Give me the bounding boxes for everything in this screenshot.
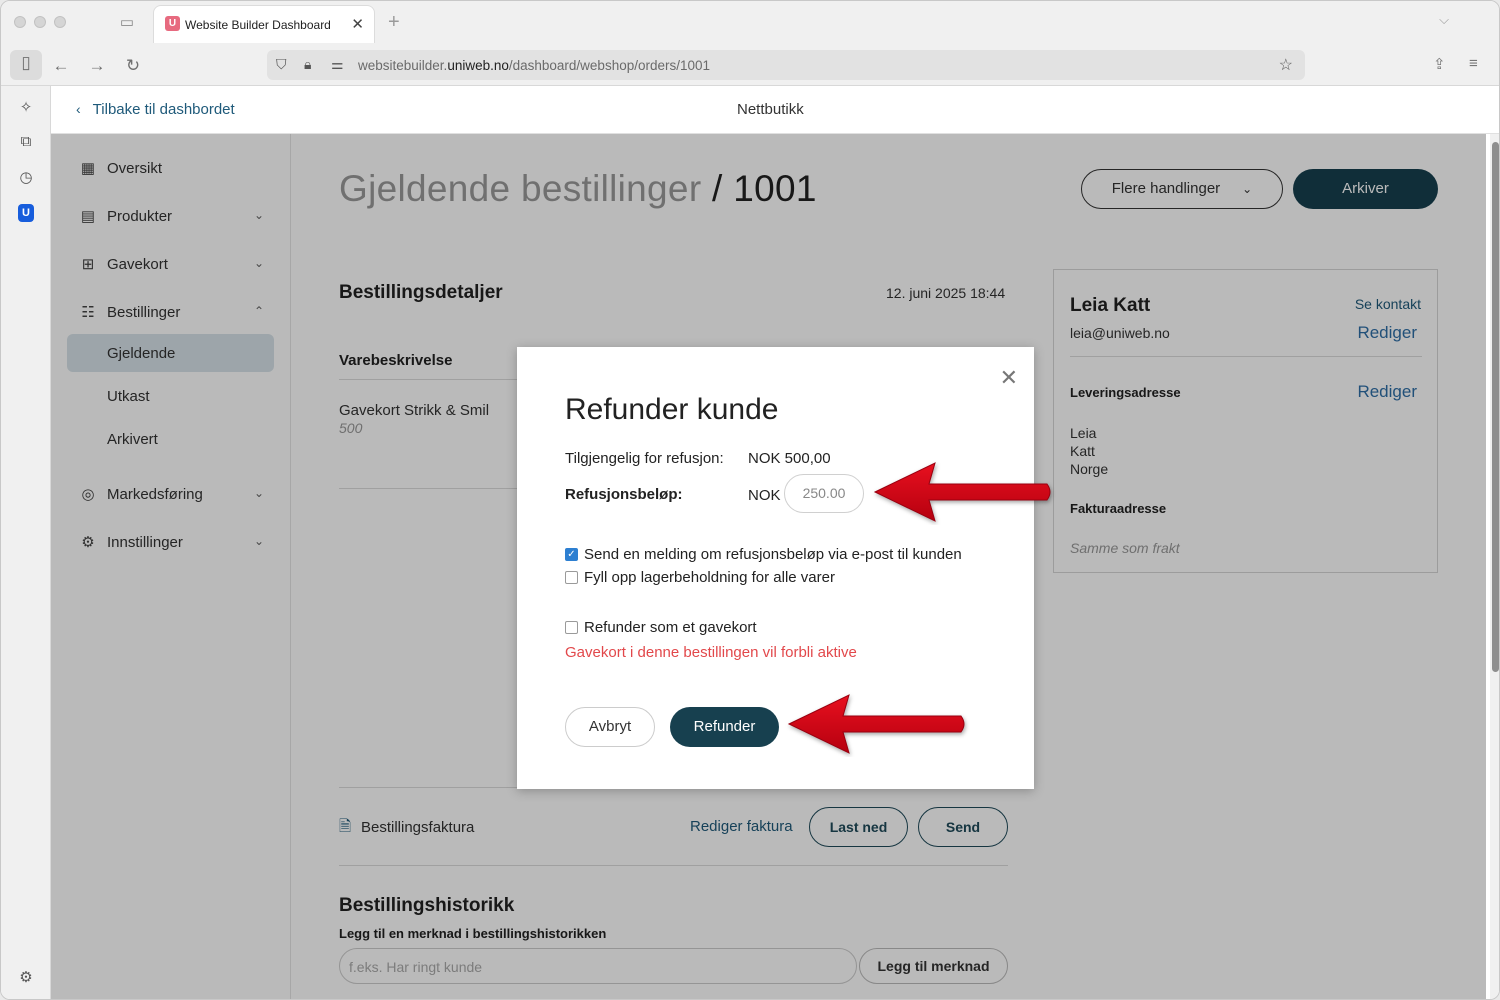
available-label: Tilgjengelig for refusjon: — [565, 450, 724, 467]
menu-icon[interactable]: ≡ — [1469, 55, 1478, 72]
forward-arrow-icon[interactable]: → — [84, 53, 110, 79]
scrollbar-thumb[interactable] — [1492, 142, 1499, 672]
new-tab-icon[interactable]: + — [388, 11, 400, 34]
browser-tab-active[interactable]: U Website Builder Dashboard ✕ — [153, 5, 375, 43]
available-value: NOK 500,00 — [748, 450, 831, 467]
zoom-window-button[interactable] — [54, 16, 66, 28]
restock-checkbox-label[interactable]: Fyll opp lagerbeholdning for alle varer — [584, 569, 835, 586]
refund-amount-input[interactable]: 250.00 — [784, 474, 864, 513]
bitwarden-shield-icon[interactable]: U — [18, 204, 34, 222]
address-bar[interactable]: ⛉ 🔒︎ ⚌ websitebuilder.uniweb.no/dashboar… — [267, 50, 1305, 80]
browser-sidebar: ✧ ⧉ ◷ U ⚙ — [1, 86, 51, 999]
restock-checkbox[interactable] — [565, 571, 578, 584]
ai-sparkle-icon[interactable]: ✧ — [16, 98, 36, 118]
url-text: websitebuilder.uniweb.no/dashboard/websh… — [358, 58, 711, 73]
annotation-arrow-amount — [873, 462, 1051, 522]
annotation-arrow-refund — [787, 694, 965, 754]
chevron-left-icon: ‹ — [76, 101, 81, 117]
tab-bar: ▭ U Website Builder Dashboard ✕ + ⌵ — [1, 1, 1499, 45]
tab-title: Website Builder Dashboard — [185, 18, 331, 32]
tab-overview-icon[interactable]: ▭ — [117, 13, 137, 33]
reload-icon[interactable]: ↻ — [120, 53, 146, 79]
back-to-dashboard-link[interactable]: ‹ Tilbake til dashbordet — [76, 101, 235, 118]
cancel-button[interactable]: Avbryt — [565, 707, 655, 747]
close-tab-icon[interactable]: ✕ — [351, 15, 364, 33]
modal-title: Refunder kunde — [565, 393, 779, 426]
history-icon[interactable]: ◷ — [16, 168, 36, 188]
lock-icon[interactable]: 🔒︎ — [304, 56, 311, 73]
navigation-bar: ▯ ← → ↻ ⛉ 🔒︎ ⚌ websitebuilder.uniweb.no/… — [1, 45, 1499, 86]
scrollbar[interactable] — [1490, 134, 1499, 999]
currency-label: NOK — [748, 487, 781, 504]
amount-label: Refusjonsbeløp: — [565, 486, 683, 503]
back-arrow-icon[interactable]: ← — [48, 53, 74, 79]
synced-tabs-icon[interactable]: ⧉ — [16, 133, 36, 153]
bookmark-star-icon[interactable]: ☆ — [1279, 55, 1293, 75]
email-checkbox-label[interactable]: Send en melding om refusjonsbeløp via e-… — [584, 546, 962, 563]
giftcard-checkbox[interactable] — [565, 621, 578, 634]
close-icon[interactable]: ✕ — [1000, 365, 1018, 391]
uniweb-favicon-icon: U — [165, 16, 180, 31]
browser-window: ▭ U Website Builder Dashboard ✕ + ⌵ ▯ ← … — [0, 0, 1500, 1000]
giftcard-warning: Gavekort i denne bestillingen vil forbli… — [565, 644, 857, 661]
extensions-icon[interactable]: ⇪ — [1433, 55, 1446, 73]
refund-button[interactable]: Refunder — [670, 707, 779, 747]
email-checkbox[interactable]: ✓ — [565, 548, 578, 561]
app-section-title: Nettbutikk — [737, 101, 804, 118]
back-label: Tilbake til dashbordet — [92, 101, 235, 118]
close-window-button[interactable] — [14, 16, 26, 28]
sidebar-toggle-icon[interactable]: ▯ — [10, 50, 42, 80]
chevron-down-icon[interactable]: ⌵ — [1439, 12, 1449, 28]
settings-gear-icon[interactable]: ⚙ — [16, 968, 36, 988]
permissions-icon[interactable]: ⚌ — [331, 56, 344, 73]
shield-icon[interactable]: ⛉ — [276, 56, 287, 73]
app-header: ‹ Tilbake til dashbordet Nettbutikk — [51, 86, 1499, 134]
minimize-window-button[interactable] — [34, 16, 46, 28]
giftcard-checkbox-label[interactable]: Refunder som et gavekort — [584, 619, 757, 636]
